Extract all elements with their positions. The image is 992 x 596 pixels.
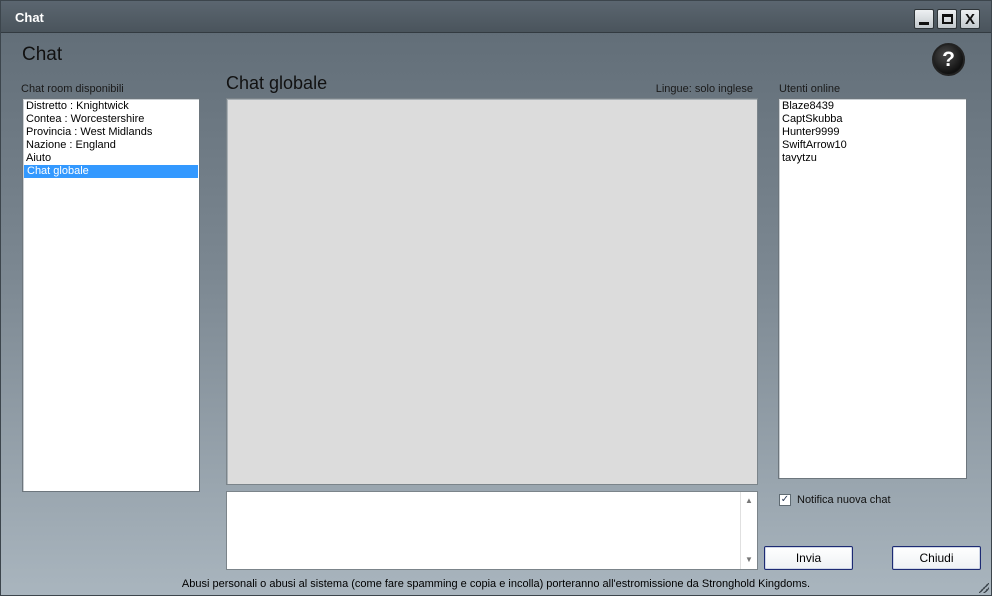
users-label: Utenti online [779, 83, 841, 95]
maximize-icon [941, 14, 953, 24]
window-title: Chat [15, 10, 44, 25]
user-item[interactable]: Blaze8439 [779, 100, 966, 113]
title-bar[interactable]: Chat X [1, 1, 991, 33]
room-item[interactable]: Aiuto [23, 152, 199, 165]
chat-title: Chat globale [226, 73, 328, 93]
footer-notice: Abusi personali o abusi al sistema (come… [181, 578, 811, 590]
message-input[interactable]: ▲ ▼ [226, 491, 758, 570]
room-item[interactable]: Provincia : West Midlands [23, 126, 199, 139]
user-item[interactable]: tavytzu [779, 152, 966, 165]
minimize-icon [919, 22, 929, 25]
language-label: Lingue: solo inglese [655, 83, 753, 95]
scroll-down-icon[interactable]: ▼ [741, 553, 757, 567]
room-item[interactable]: Nazione : England [23, 139, 199, 152]
minimize-button[interactable] [914, 9, 934, 29]
room-list[interactable]: Distretto : Knightwick Contea : Worceste… [22, 98, 200, 492]
maximize-button[interactable] [937, 9, 957, 29]
rooms-label: Chat room disponibili [21, 83, 124, 95]
close-window-button[interactable]: X [960, 9, 980, 29]
notify-option[interactable]: ✓ Notifica nuova chat [779, 494, 891, 506]
room-item[interactable]: Distretto : Knightwick [23, 100, 199, 113]
checkmark-icon: ✓ [780, 494, 790, 505]
close-icon: X [964, 10, 975, 28]
notify-label: Notifica nuova chat [797, 494, 891, 506]
scroll-up-icon[interactable]: ▲ [741, 494, 757, 508]
room-item[interactable]: Contea : Worcestershire [23, 113, 199, 126]
notify-checkbox[interactable]: ✓ [779, 494, 791, 506]
online-users-list[interactable]: Blaze8439 CaptSkubba Hunter9999 SwiftArr… [778, 98, 967, 479]
chat-window: Chat X Chat ? Chat room disponibili Chat… [0, 0, 992, 596]
user-item[interactable]: CaptSkubba [779, 113, 966, 126]
question-mark-icon: ? [942, 47, 955, 71]
room-item-selected[interactable]: Chat globale [24, 165, 198, 178]
close-button[interactable]: Chiudi [892, 546, 981, 570]
chat-messages-area[interactable] [226, 98, 758, 485]
send-button[interactable]: Invia [764, 546, 853, 570]
resize-grip-icon[interactable] [979, 583, 989, 593]
user-item[interactable]: Hunter9999 [779, 126, 966, 139]
user-item[interactable]: SwiftArrow10 [779, 139, 966, 152]
page-title: Chat [22, 44, 63, 65]
input-scrollbar[interactable]: ▲ ▼ [740, 492, 757, 569]
help-button[interactable]: ? [932, 43, 965, 76]
